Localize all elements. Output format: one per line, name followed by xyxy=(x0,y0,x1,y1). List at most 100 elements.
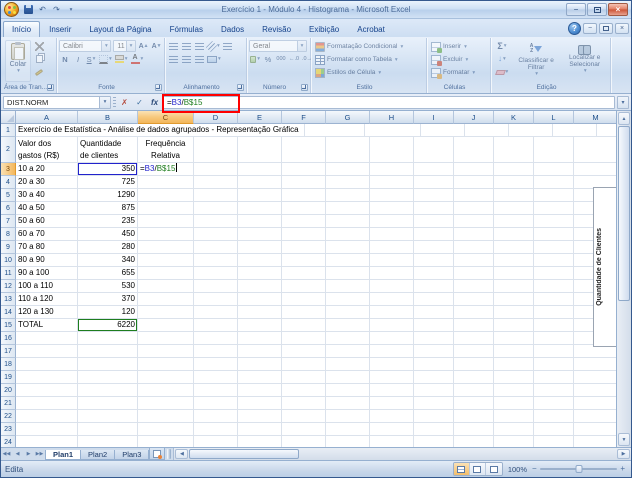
cell-E15[interactable] xyxy=(238,319,282,332)
row-header-15[interactable]: 15 xyxy=(1,319,16,332)
cell-K9[interactable] xyxy=(494,241,534,254)
cell-J4[interactable] xyxy=(454,176,494,189)
cell-L22[interactable] xyxy=(534,410,574,423)
cell-H4[interactable] xyxy=(370,176,414,189)
cell-H17[interactable] xyxy=(370,345,414,358)
cell-L10[interactable] xyxy=(534,254,574,267)
cell-F12[interactable] xyxy=(282,280,326,293)
ribbon-tab-exibição[interactable]: Exibição xyxy=(300,21,348,37)
cell-B5[interactable]: 1290 xyxy=(78,189,138,202)
cell-A6[interactable]: 40 a 50 xyxy=(16,202,78,215)
cell-G23[interactable] xyxy=(326,423,370,436)
cell-J17[interactable] xyxy=(454,345,494,358)
cell-H3[interactable] xyxy=(370,163,414,176)
cell-D21[interactable] xyxy=(194,397,238,410)
cell-E16[interactable] xyxy=(238,332,282,345)
row-header-13[interactable]: 13 xyxy=(1,293,16,306)
cell-D19[interactable] xyxy=(194,371,238,384)
cell-B20[interactable] xyxy=(78,384,138,397)
cell-I14[interactable] xyxy=(414,306,454,319)
cell-G18[interactable] xyxy=(326,358,370,371)
last-sheet-button[interactable]: ▶▶ xyxy=(34,448,45,460)
bold-button[interactable]: N xyxy=(59,53,71,65)
cell-C13[interactable] xyxy=(138,293,194,306)
cell-G20[interactable] xyxy=(326,384,370,397)
increase-decimal-button[interactable]: ←.0 xyxy=(288,53,300,65)
row-header-22[interactable]: 22 xyxy=(1,410,16,423)
cell-L15[interactable] xyxy=(534,319,574,332)
cell-I5[interactable] xyxy=(414,189,454,202)
cell-G7[interactable] xyxy=(326,215,370,228)
cell-C18[interactable] xyxy=(138,358,194,371)
cell-L2[interactable] xyxy=(534,137,574,163)
enter-button[interactable]: ✓ xyxy=(133,96,146,109)
cell-C10[interactable] xyxy=(138,254,194,267)
row-header-12[interactable]: 12 xyxy=(1,280,16,293)
cell-B1[interactable] xyxy=(305,124,365,137)
cell-J12[interactable] xyxy=(454,280,494,293)
cell-H5[interactable] xyxy=(370,189,414,202)
cell-K15[interactable] xyxy=(494,319,534,332)
cell-H2[interactable] xyxy=(370,137,414,163)
alignment-dialog-launcher[interactable] xyxy=(237,84,244,91)
wrap-text-button[interactable] xyxy=(222,40,234,52)
cell-A22[interactable] xyxy=(16,410,78,423)
sheet-tab-plan3[interactable]: Plan3 xyxy=(114,450,149,460)
cell-G8[interactable] xyxy=(326,228,370,241)
cell-K4[interactable] xyxy=(494,176,534,189)
cell-D4[interactable] xyxy=(194,176,238,189)
horizontal-scroll-track[interactable] xyxy=(299,448,616,460)
cell-K21[interactable] xyxy=(494,397,534,410)
horizontal-scroll-thumb[interactable] xyxy=(189,449,299,459)
cell-M20[interactable] xyxy=(574,384,616,397)
row-header-8[interactable]: 8 xyxy=(1,228,16,241)
sheet-tab-plan1[interactable]: Plan1 xyxy=(45,450,81,460)
cell-E9[interactable] xyxy=(238,241,282,254)
cell-J20[interactable] xyxy=(454,384,494,397)
vertical-scrollbar[interactable]: ▲ ▼ xyxy=(616,111,631,447)
cell-D10[interactable] xyxy=(194,254,238,267)
cell-D8[interactable] xyxy=(194,228,238,241)
autosum-button[interactable]: Σ▾ xyxy=(493,40,511,52)
cell-C20[interactable] xyxy=(138,384,194,397)
ribbon-tab-dados[interactable]: Dados xyxy=(212,21,253,37)
cell-D1[interactable] xyxy=(421,124,465,137)
cell-L16[interactable] xyxy=(534,332,574,345)
cell-A17[interactable] xyxy=(16,345,78,358)
align-right-button[interactable] xyxy=(193,53,205,65)
cell-J9[interactable] xyxy=(454,241,494,254)
cell-A3[interactable]: 10 a 20 xyxy=(16,163,78,176)
cell-K24[interactable] xyxy=(494,436,534,447)
cell-F21[interactable] xyxy=(282,397,326,410)
cell-C3[interactable]: =B3/B$15 xyxy=(138,163,194,176)
align-left-button[interactable] xyxy=(167,53,179,65)
cell-D6[interactable] xyxy=(194,202,238,215)
ribbon-tab-layout-da-página[interactable]: Layout da Página xyxy=(80,21,160,37)
cell-B16[interactable] xyxy=(78,332,138,345)
row-header-9[interactable]: 9 xyxy=(1,241,16,254)
row-header-23[interactable]: 23 xyxy=(1,423,16,436)
cell-A9[interactable]: 70 a 80 xyxy=(16,241,78,254)
orientation-button[interactable]: ▾ xyxy=(206,40,221,52)
workbook-minimize-button[interactable]: − xyxy=(583,23,597,34)
number-format-combo[interactable]: Geral▾ xyxy=(249,40,307,52)
cell-J11[interactable] xyxy=(454,267,494,280)
cell-J15[interactable] xyxy=(454,319,494,332)
cell-H10[interactable] xyxy=(370,254,414,267)
cell-I3[interactable] xyxy=(414,163,454,176)
vertical-scroll-track[interactable] xyxy=(617,301,631,432)
formula-input[interactable]: =B3/B$15 xyxy=(163,96,615,109)
page-layout-view-button[interactable] xyxy=(470,463,486,475)
minimize-button[interactable]: − xyxy=(566,3,586,16)
cell-C11[interactable] xyxy=(138,267,194,280)
cell-B22[interactable] xyxy=(78,410,138,423)
cell-K16[interactable] xyxy=(494,332,534,345)
cell-B7[interactable]: 235 xyxy=(78,215,138,228)
row-header-18[interactable]: 18 xyxy=(1,358,16,371)
cell-C23[interactable] xyxy=(138,423,194,436)
cell-I19[interactable] xyxy=(414,371,454,384)
cell-C16[interactable] xyxy=(138,332,194,345)
cell-G24[interactable] xyxy=(326,436,370,447)
row-header-3[interactable]: 3 xyxy=(1,163,16,176)
cell-G11[interactable] xyxy=(326,267,370,280)
